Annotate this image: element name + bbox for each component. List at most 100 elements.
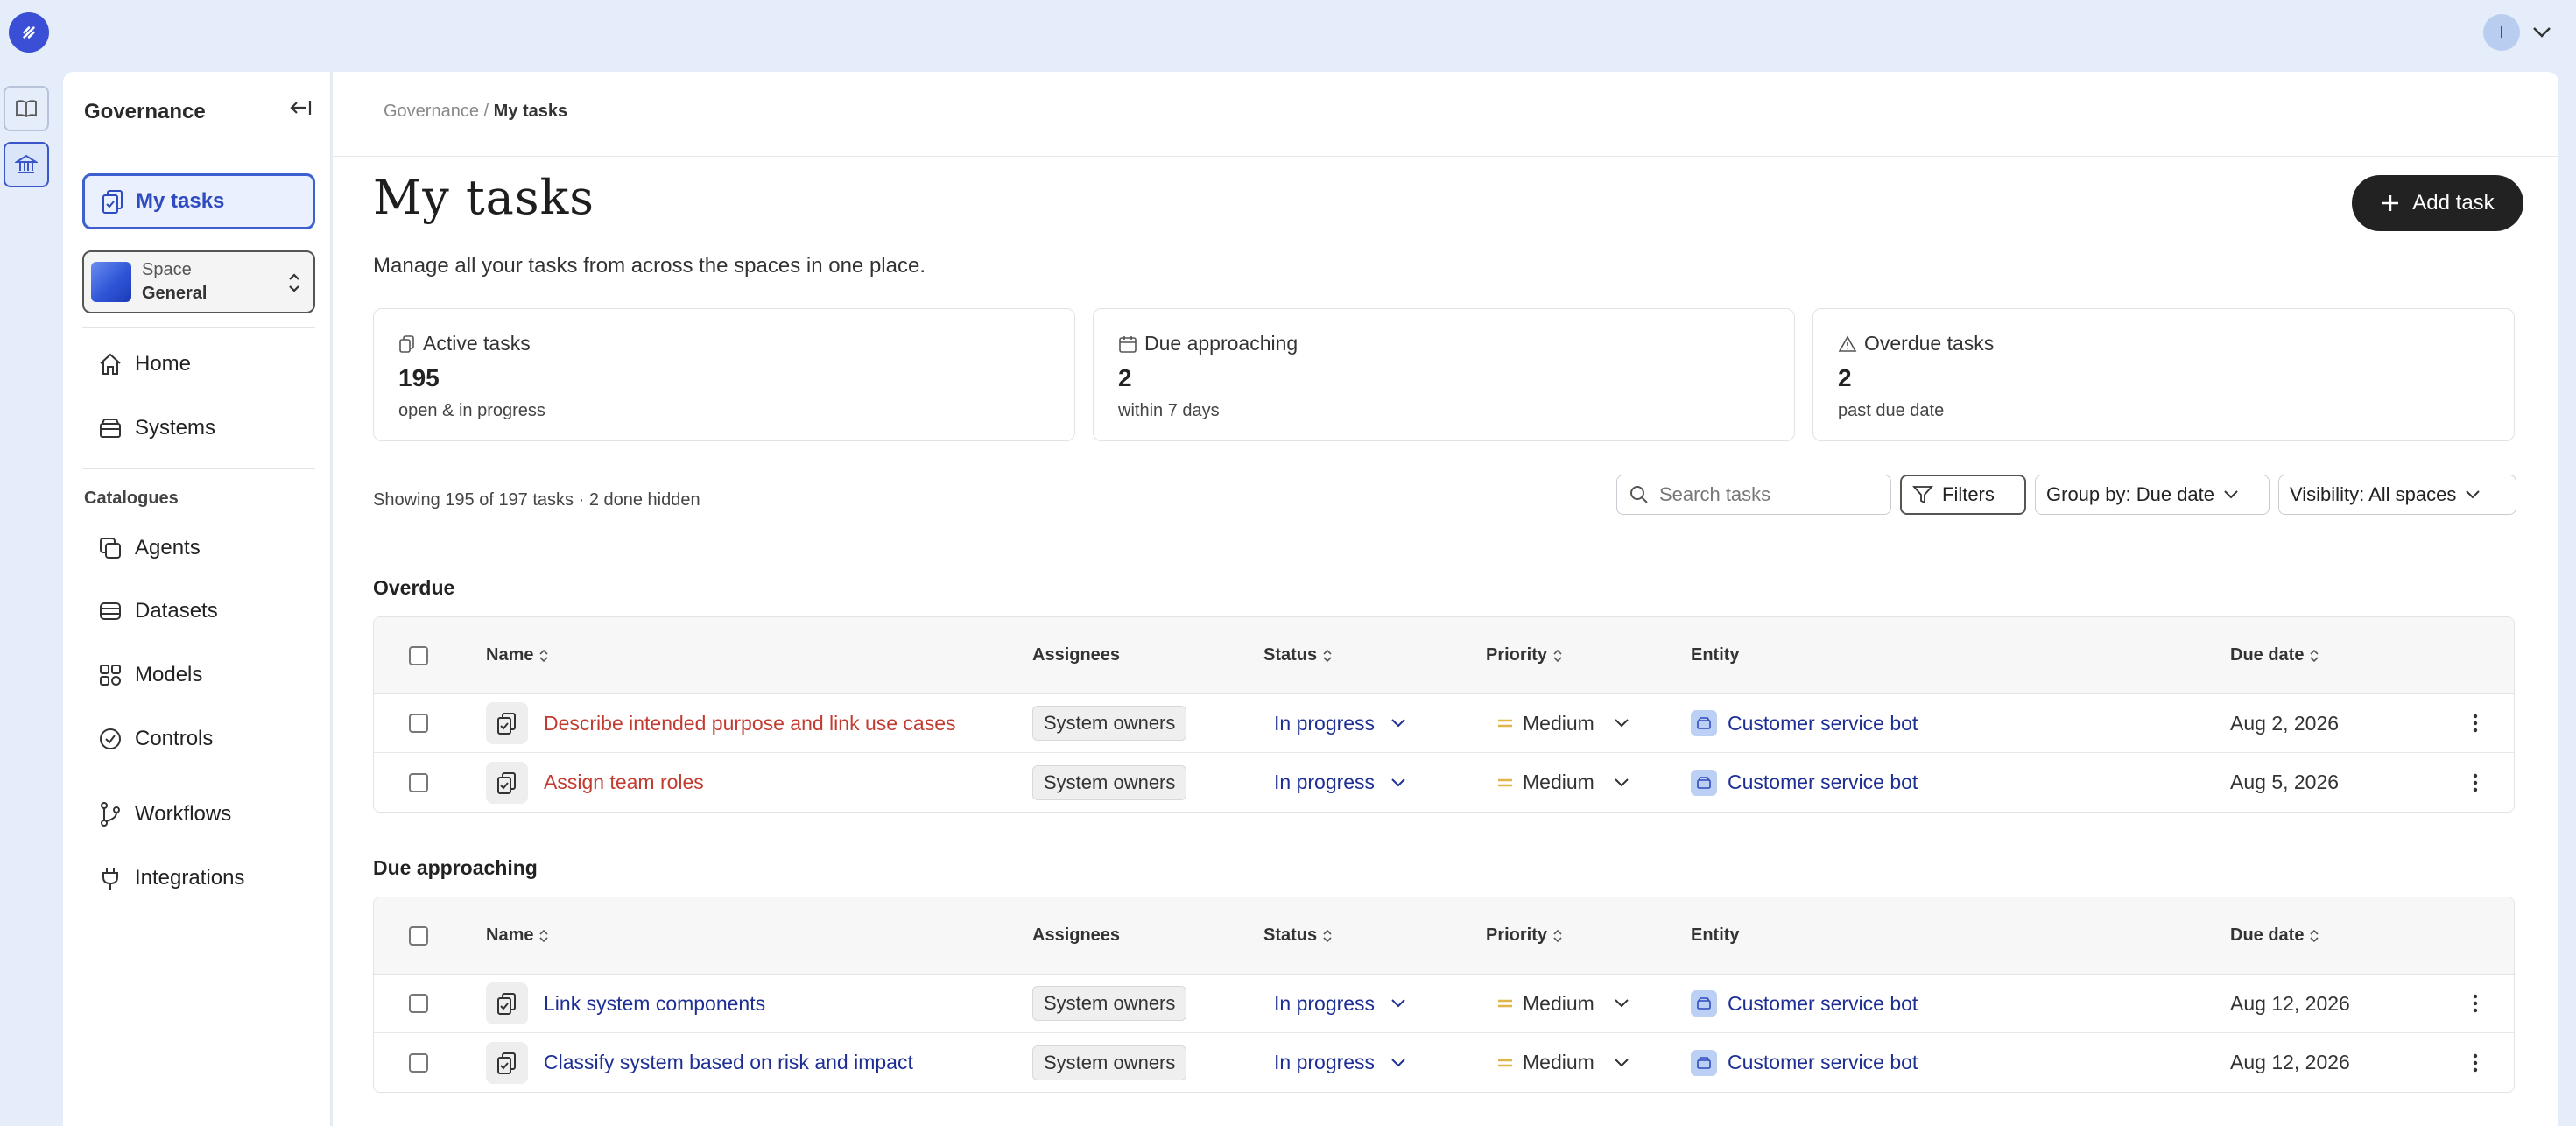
kebab-icon	[2473, 994, 2478, 1013]
collapse-left-icon	[290, 101, 312, 115]
status-dropdown[interactable]: In progress	[1274, 975, 1406, 1032]
rail-governance-button[interactable]	[4, 142, 49, 187]
system-icon	[1691, 710, 1717, 736]
database-icon	[100, 602, 121, 620]
stat-card-overdue: Overdue tasks 2 past due date	[1812, 308, 2515, 441]
sidebar-item-integrations[interactable]: Integrations	[98, 865, 244, 891]
rail-docs-button[interactable]	[4, 86, 49, 131]
sort-icon	[1323, 649, 1332, 662]
check-circle-icon	[100, 728, 121, 749]
stat-value: 2	[1838, 364, 1852, 391]
sidebar-item-agents[interactable]: Agents	[98, 536, 201, 560]
chevron-down-icon	[1391, 999, 1405, 1008]
app-logo[interactable]	[9, 12, 49, 53]
home-icon	[100, 353, 121, 375]
column-assignees: Assignees	[1032, 925, 1121, 945]
priority-medium-icon	[1498, 778, 1512, 786]
sidebar-item-label: Integrations	[135, 866, 245, 890]
due-date: Aug 12, 2026	[2230, 991, 2350, 1015]
filters-button[interactable]: Filters	[1900, 475, 2026, 515]
status-dropdown[interactable]: In progress	[1274, 753, 1406, 812]
column-status[interactable]: Status	[1263, 617, 1333, 693]
select-all-checkbox[interactable]	[409, 925, 428, 946]
column-status[interactable]: Status	[1263, 897, 1333, 974]
column-due-date[interactable]: Due date	[2230, 617, 2319, 693]
breadcrumb-parent[interactable]: Governance	[384, 102, 479, 121]
entity-link[interactable]: Customer service bot	[1691, 975, 1918, 1032]
column-priority[interactable]: Priority	[1486, 617, 1563, 693]
entity-link[interactable]: Customer service bot	[1691, 753, 1918, 812]
table-row[interactable]: Describe intended purpose and link use c…	[374, 694, 2514, 753]
task-name-link[interactable]: Classify system based on risk and impact	[544, 1051, 913, 1074]
stat-card-due: Due approaching 2 within 7 days	[1093, 308, 1795, 441]
stat-sub: within 7 days	[1118, 401, 1220, 420]
column-name[interactable]: Name	[486, 897, 549, 974]
priority-dropdown[interactable]: Medium	[1496, 975, 1629, 1032]
row-menu-button[interactable]	[2472, 975, 2479, 1032]
status-dropdown[interactable]: In progress	[1274, 1033, 1406, 1092]
kebab-icon	[2473, 714, 2478, 733]
row-menu-button[interactable]	[2472, 753, 2479, 812]
task-name-link[interactable]: Assign team roles	[544, 771, 704, 794]
results-count: Showing 195 of 197 tasks · 2 done hidden	[373, 490, 700, 510]
row-menu-button[interactable]	[2472, 694, 2479, 752]
group-by-select[interactable]: Group by: Due date	[2035, 475, 2270, 515]
row-menu-button[interactable]	[2472, 1033, 2479, 1092]
column-due-date[interactable]: Due date	[2230, 897, 2319, 974]
sidebar-item-controls[interactable]: Controls	[98, 727, 213, 751]
chevron-down-icon	[2466, 490, 2481, 499]
sort-icon	[2310, 649, 2319, 662]
priority-dropdown[interactable]: Medium	[1496, 1033, 1629, 1092]
task-name-link[interactable]: Describe intended purpose and link use c…	[544, 712, 956, 735]
breadcrumb: Governance / My tasks	[384, 102, 567, 122]
entity-link[interactable]: Customer service bot	[1691, 694, 1918, 752]
stat-sub: past due date	[1838, 401, 1945, 420]
table-row[interactable]: Assign team roles System owners In progr…	[374, 753, 2514, 812]
row-checkbox[interactable]	[409, 714, 428, 733]
status-dropdown[interactable]: In progress	[1274, 694, 1406, 752]
sidebar-item-label: Models	[135, 663, 203, 686]
add-task-button[interactable]: Add task	[2352, 175, 2523, 231]
chevron-down-icon	[1615, 1058, 1629, 1066]
column-name[interactable]: Name	[486, 617, 549, 693]
task-icon	[486, 702, 528, 744]
select-all-checkbox[interactable]	[409, 645, 428, 665]
group-title-overdue: Overdue	[373, 576, 455, 599]
row-checkbox[interactable]	[409, 1052, 428, 1073]
chevron-down-icon	[1615, 778, 1629, 786]
sidebar-item-my-tasks[interactable]: My tasks	[82, 173, 315, 229]
tasks-icon	[102, 190, 123, 214]
sort-icon	[1323, 929, 1332, 942]
task-name-link[interactable]: Link system components	[544, 992, 765, 1016]
column-priority[interactable]: Priority	[1486, 897, 1563, 974]
table-row[interactable]: Classify system based on risk and impact…	[374, 1033, 2514, 1092]
workflow-icon	[101, 802, 120, 827]
user-menu[interactable]: I	[2483, 14, 2551, 51]
sort-icon	[539, 929, 549, 942]
chevron-down-icon	[1391, 1058, 1405, 1066]
sidebar-item-workflows[interactable]: Workflows	[98, 801, 231, 827]
row-checkbox[interactable]	[409, 994, 428, 1013]
entity-link[interactable]: Customer service bot	[1691, 1033, 1918, 1092]
priority-dropdown[interactable]: Medium	[1496, 694, 1629, 752]
priority-dropdown[interactable]: Medium	[1496, 753, 1629, 812]
sidebar-item-label: Workflows	[135, 802, 232, 826]
space-selector[interactable]: Space General	[82, 250, 315, 313]
collapse-sidebar-button[interactable]	[288, 98, 313, 122]
column-entity: Entity	[1691, 645, 1740, 665]
table-row[interactable]: Link system components System owners In …	[374, 975, 2514, 1033]
search-input[interactable]	[1659, 483, 1878, 506]
avatar[interactable]: I	[2483, 14, 2520, 51]
priority-medium-icon	[1498, 719, 1512, 728]
assignee-chip: System owners	[1032, 986, 1187, 1021]
sidebar-item-home[interactable]: Home	[98, 352, 191, 377]
sidebar-item-datasets[interactable]: Datasets	[98, 599, 218, 623]
row-checkbox[interactable]	[409, 772, 428, 792]
agents-icon	[100, 538, 121, 559]
visibility-select[interactable]: Visibility: All spaces	[2278, 475, 2516, 515]
sidebar-item-models[interactable]: Models	[98, 663, 202, 687]
sidebar-item-systems[interactable]: Systems	[98, 416, 215, 440]
priority-medium-icon	[1498, 1059, 1512, 1066]
calendar-icon	[1119, 335, 1137, 353]
table-header: Name Assignees Status Priority Entity Du…	[374, 897, 2514, 975]
